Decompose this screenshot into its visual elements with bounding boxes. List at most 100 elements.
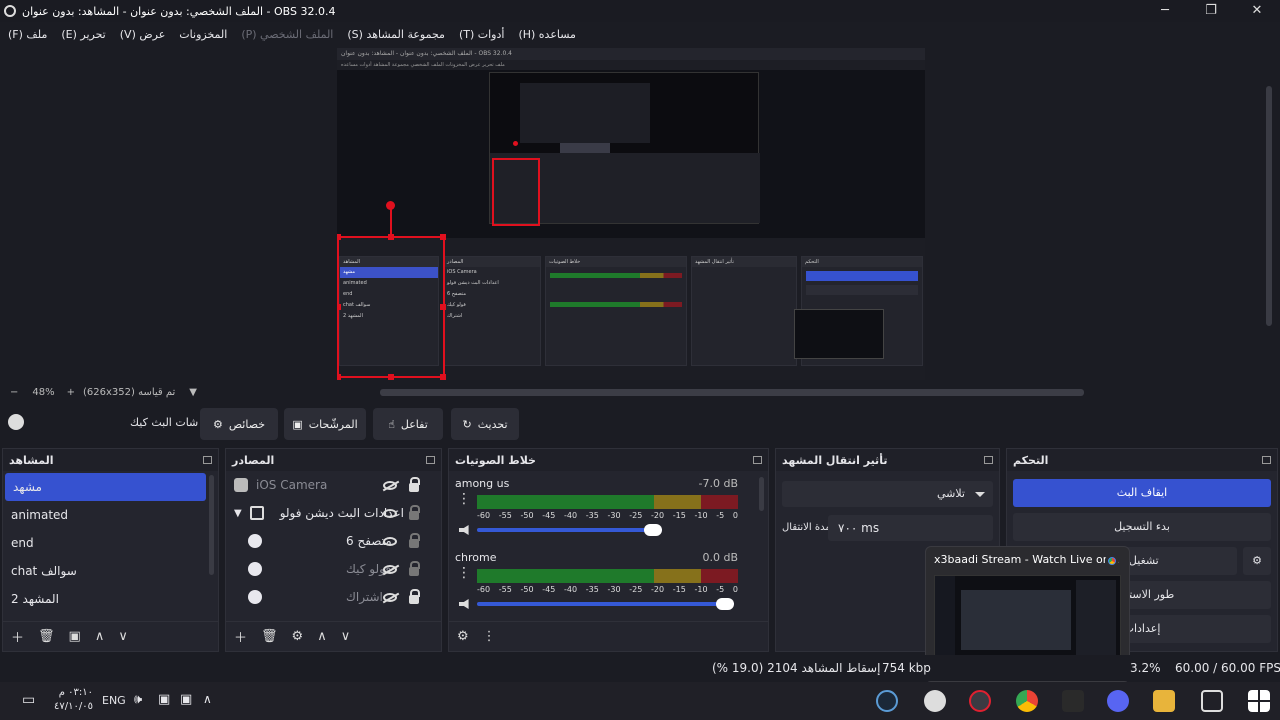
popout-icon[interactable] [984,456,993,464]
volume-icon[interactable]: 🕪 [134,692,142,707]
interact-button[interactable]: ☝ تفاعل [373,408,443,440]
menu-edit[interactable]: (E) تحرير [61,28,105,41]
popout-icon[interactable] [203,456,212,464]
browser-source-icon [248,590,262,604]
menu-scene-collection[interactable]: (S) مجموعة المشاهد [347,28,445,41]
obs-capture-icon[interactable] [969,690,991,712]
device-icon[interactable]: ▣ [180,692,192,707]
scene-item[interactable]: مشهد [5,473,206,501]
discord-icon[interactable] [1107,690,1129,712]
lock-toggle[interactable] [409,561,420,576]
preview-selection-box[interactable] [337,236,445,378]
mixer-scrollbar[interactable] [759,477,764,511]
menu-docks[interactable]: المخزونات [179,28,227,41]
menu-file[interactable]: (F) ملف [8,28,47,41]
collapse-chevron-icon[interactable]: ▼ [234,508,242,519]
source-item[interactable]: iOS Camera [226,471,441,499]
language-indicator[interactable]: ENG [102,694,126,707]
rotation-handle[interactable] [386,201,395,210]
lock-toggle[interactable] [409,533,420,548]
menu-tools[interactable]: (T) أدوات [459,28,505,41]
source-item[interactable]: اشتراك [226,583,441,611]
resize-handle-ml[interactable] [337,304,341,310]
scene-item[interactable]: end [3,529,218,557]
move-up-button[interactable]: ∧ [95,629,105,644]
scene-item[interactable]: chat سوالف [3,557,218,585]
scene-item[interactable]: animated [3,501,218,529]
scenes-scrollbar[interactable] [209,475,214,575]
preview-vertical-scrollbar[interactable] [1266,86,1272,326]
move-down-button[interactable]: ∨ [341,629,351,644]
popout-icon[interactable] [1262,456,1271,464]
zoom-dropdown-icon[interactable]: ▼ [189,387,197,398]
resize-handle-bm[interactable] [388,374,394,380]
resize-handle-tl[interactable] [337,234,341,240]
source-item[interactable]: ▼ اعدادات البث ديشن فولو [226,499,441,527]
maximize-button[interactable]: ❐ [1188,0,1234,22]
visibility-toggle[interactable] [383,508,397,518]
add-scene-button[interactable]: ＋ [11,627,24,646]
chrome-taskbar-icon[interactable] [1016,690,1038,712]
stop-streaming-button[interactable]: ايقاف البث [1013,479,1271,507]
properties-button[interactable]: ⚙ خصائص [200,408,278,440]
volume-slider[interactable] [477,598,734,610]
duration-input[interactable]: ٧٠٠ ms [828,515,993,541]
snipping-tool-icon[interactable] [1201,690,1223,712]
move-down-button[interactable]: ∨ [118,629,128,644]
preview-area[interactable]: OBS 32.0.4 - الملف الشخصي: بدون عنوان - … [0,46,1280,382]
virtual-camera-settings-button[interactable]: ⚙ [1243,547,1271,575]
zoom-out-button[interactable]: − [10,387,18,398]
visibility-toggle[interactable] [383,592,397,602]
resize-handle-mr[interactable] [440,304,446,310]
add-source-button[interactable]: ＋ [234,627,247,646]
remove-scene-button[interactable]: 🗑 [38,629,55,644]
remove-source-button[interactable]: 🗑 [261,629,278,644]
preview-horizontal-scrollbar[interactable] [380,389,1084,396]
scene-item[interactable]: المشهد 2 [3,585,218,613]
notifications-icon[interactable]: ▭ [22,692,35,708]
lock-toggle[interactable] [409,477,420,492]
menu-help[interactable]: (H) مساعده [518,28,576,41]
speaker-icon[interactable] [459,525,469,535]
channel-menu-icon[interactable]: ⋮ [457,491,471,507]
resize-handle-br[interactable] [440,374,446,380]
steam-icon[interactable] [876,690,898,712]
source-item[interactable]: فولو كيك [226,555,441,583]
popout-icon[interactable] [426,456,435,464]
move-up-button[interactable]: ∧ [317,629,327,644]
preview-canvas[interactable]: OBS 32.0.4 - الملف الشخصي: بدون عنوان - … [337,48,925,380]
volume-slider[interactable] [477,524,662,536]
menu-profile[interactable]: (P) الملف الشخصي [241,28,333,41]
popout-icon[interactable] [753,456,762,464]
advanced-audio-button[interactable]: ⚙ [457,629,469,644]
transition-select[interactable]: تلاشي [782,481,993,507]
mixer-menu-icon[interactable]: ⋮ [483,629,496,644]
lock-toggle[interactable] [409,505,420,520]
visibility-toggle[interactable] [383,536,397,546]
speaker-icon[interactable] [459,599,469,609]
minimize-button[interactable]: ─ [1142,0,1188,22]
zoom-in-button[interactable]: + [67,387,75,398]
obs-taskbar-icon[interactable] [924,690,946,712]
network-icon[interactable]: ▣ [158,692,170,707]
tray-chevron-icon[interactable]: ∧ [203,692,212,706]
visibility-toggle[interactable] [383,480,397,490]
epic-games-icon[interactable] [1062,690,1084,712]
close-button[interactable]: ✕ [1234,0,1280,22]
scene-filters-button[interactable]: ▣ [69,629,81,644]
taskbar-clock[interactable]: ٠٣:١٠ م ٤٧/١٠/٠٥ [54,686,93,714]
resize-handle-bl[interactable] [337,374,341,380]
menu-view[interactable]: (V) عرض [120,28,166,41]
source-item[interactable]: متصفح 6 [226,527,441,555]
source-properties-button[interactable]: ⚙ [292,629,304,644]
windows-start-icon[interactable] [1248,690,1270,712]
file-explorer-icon[interactable] [1153,690,1175,712]
resize-handle-tr[interactable] [440,234,446,240]
channel-menu-icon[interactable]: ⋮ [457,565,471,581]
rotation-handle-inner[interactable] [513,141,518,146]
refresh-button[interactable]: ↻ تحديث [451,408,519,440]
start-recording-button[interactable]: بدء التسجيل [1013,513,1271,541]
filters-button[interactable]: ▣ المرشّحات [284,408,366,440]
lock-toggle[interactable] [409,589,420,604]
visibility-toggle[interactable] [383,564,397,574]
